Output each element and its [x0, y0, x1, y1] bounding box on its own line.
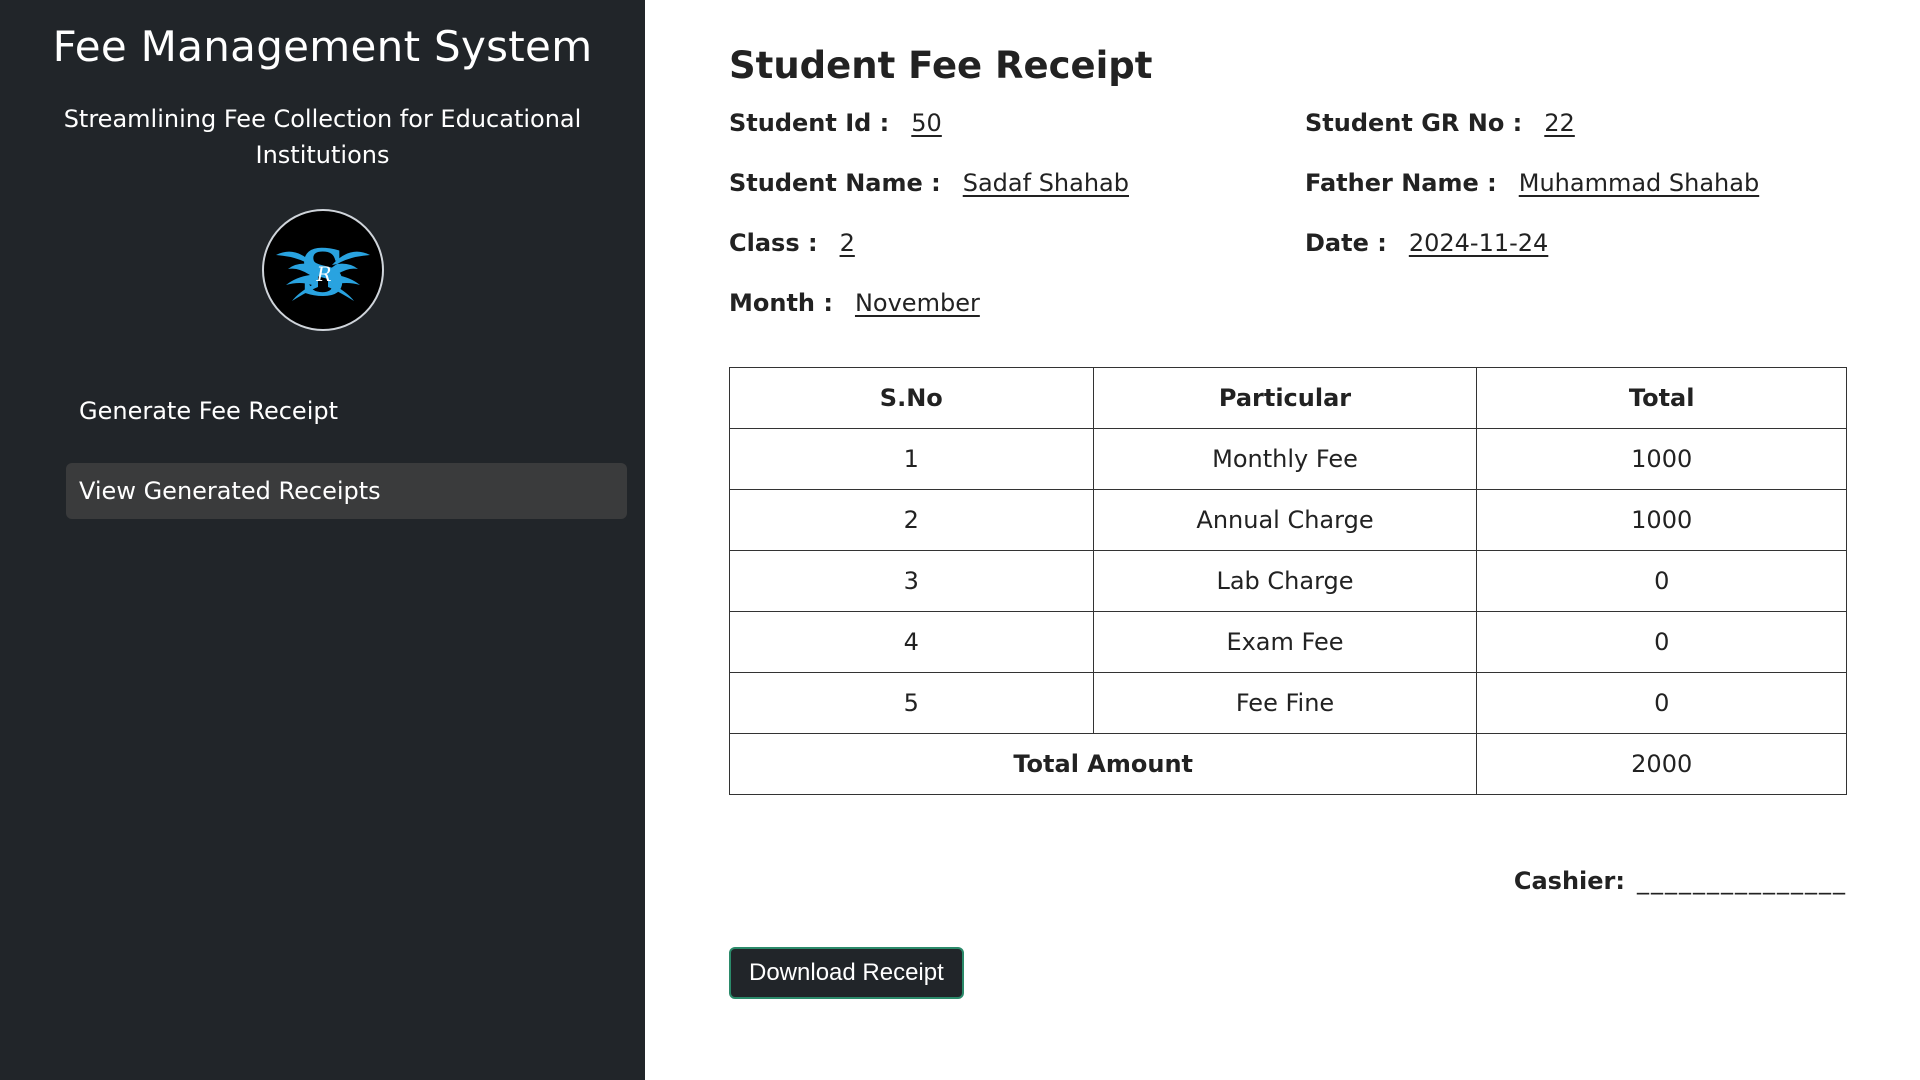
month-value: November: [854, 289, 980, 317]
sidebar: Fee Management System Streamlining Fee C…: [0, 0, 645, 1080]
table-header-row: S.No Particular Total: [729, 367, 1847, 429]
table-row: 5 Fee Fine 0: [729, 672, 1847, 734]
cell-total: 0: [1476, 550, 1847, 612]
cell-sno: 1: [729, 428, 1094, 490]
column-header-total: Total: [1476, 367, 1847, 429]
app-subtitle: Streamlining Fee Collection for Educatio…: [63, 105, 582, 169]
total-amount-value: 2000: [1476, 733, 1847, 795]
download-receipt-button[interactable]: Download Receipt: [729, 947, 964, 999]
cell-particular: Lab Charge: [1092, 550, 1478, 612]
cell-sno: 4: [729, 611, 1094, 673]
table-row: 1 Monthly Fee 1000: [729, 428, 1847, 490]
cashier-signature: Cashier: _______________: [729, 867, 1847, 895]
page-title: Student Fee Receipt: [729, 44, 1153, 87]
month-label: Month :: [729, 289, 833, 317]
father-name-row: Father Name : Muhammad Shahab: [1305, 169, 1860, 229]
fee-table: S.No Particular Total 1 Monthly Fee 1000…: [728, 367, 1847, 795]
class-label: Class :: [729, 229, 818, 257]
total-row: Total Amount 2000: [728, 733, 1847, 795]
student-name-row: Student Name : Sadaf Shahab: [729, 169, 1305, 229]
student-name-label: Student Name :: [729, 169, 941, 197]
father-name-value: Muhammad Shahab: [1518, 169, 1760, 197]
sidebar-item-view-generated-receipts[interactable]: View Generated Receipts: [66, 463, 627, 519]
sidebar-item-generate-fee-receipt[interactable]: Generate Fee Receipt: [66, 383, 627, 439]
student-gr-no-value: 22: [1544, 109, 1575, 137]
month-row: Month : November: [729, 289, 1305, 349]
cell-particular: Fee Fine: [1092, 672, 1478, 734]
column-header-sno: S.No: [729, 367, 1094, 429]
date-row: Date : 2024-11-24: [1305, 229, 1860, 289]
date-value: 2024-11-24: [1408, 229, 1549, 257]
cell-total: 0: [1476, 611, 1847, 673]
student-gr-no-label: Student GR No :: [1305, 109, 1523, 137]
cashier-label: Cashier:: [1513, 867, 1625, 895]
app-root: Fee Management System Streamlining Fee C…: [0, 0, 1920, 1080]
total-amount-label: Total Amount: [728, 733, 1478, 795]
cell-particular: Exam Fee: [1092, 611, 1478, 673]
table-row: 3 Lab Charge 0: [729, 550, 1847, 612]
class-row: Class : 2: [729, 229, 1305, 289]
student-id-label: Student Id :: [729, 109, 890, 137]
table-row: 4 Exam Fee 0: [729, 611, 1847, 673]
receipt-panel: Student Fee Receipt Student Id : 50 Stud…: [645, 0, 1920, 1080]
logo-wrap: S R: [0, 209, 645, 331]
student-info-grid: Student Id : 50 Student GR No : 22 Stude…: [729, 109, 1860, 349]
student-id-row: Student Id : 50: [729, 109, 1305, 169]
father-name-label: Father Name :: [1305, 169, 1497, 197]
date-label: Date :: [1305, 229, 1387, 257]
sidebar-nav: Generate Fee Receipt View Generated Rece…: [0, 383, 645, 519]
cell-particular: Annual Charge: [1092, 489, 1478, 551]
logo-monogram: R: [315, 262, 331, 286]
student-id-value: 50: [911, 109, 942, 137]
app-title: Fee Management System: [52, 22, 593, 71]
logo: S R: [261, 209, 384, 331]
class-value: 2: [839, 229, 855, 257]
cell-total: 0: [1476, 672, 1847, 734]
cell-total: 1000: [1476, 428, 1847, 490]
column-header-particular: Particular: [1092, 367, 1478, 429]
cell-sno: 2: [729, 489, 1094, 551]
cashier-signature-line: _______________: [1637, 867, 1847, 895]
student-gr-no-row: Student GR No : 22: [1305, 109, 1860, 169]
cell-sno: 5: [729, 672, 1094, 734]
winged-s-logo-icon: S R: [275, 236, 370, 311]
cell-particular: Monthly Fee: [1092, 428, 1478, 490]
cell-total: 1000: [1476, 489, 1847, 551]
cell-sno: 3: [729, 550, 1094, 612]
table-row: 2 Annual Charge 1000: [729, 489, 1847, 551]
student-name-value: Sadaf Shahab: [962, 169, 1129, 197]
